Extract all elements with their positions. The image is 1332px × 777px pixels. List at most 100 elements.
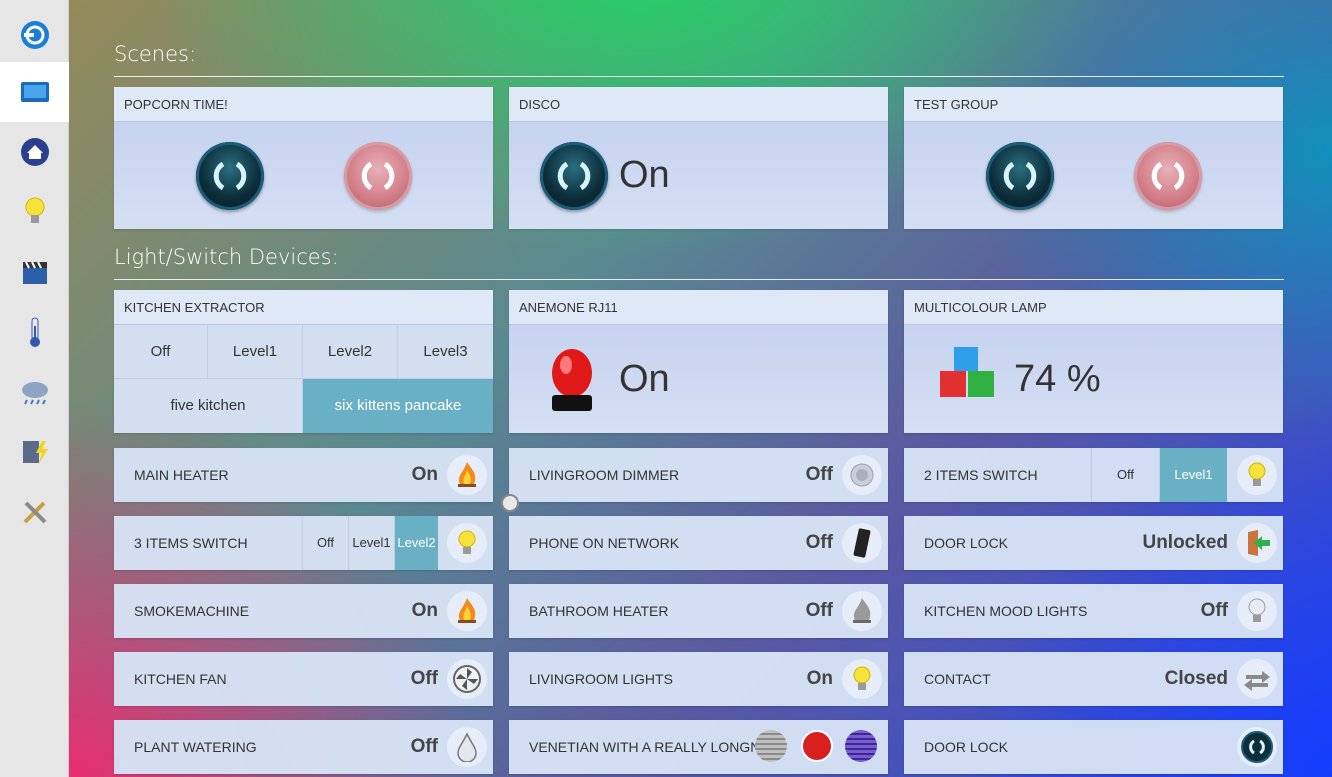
bulb-on-icon[interactable] (447, 523, 487, 563)
device-row-smokemachine: SMOKEMACHINE On (114, 584, 493, 638)
lightbulb-icon (25, 197, 44, 223)
setup-icon (23, 501, 46, 524)
mouse-cursor (501, 494, 519, 512)
sidebar-item-utility[interactable] (0, 422, 69, 482)
scene-orb-icon[interactable] (1237, 727, 1277, 767)
device-row-kitchen-fan: KITCHEN FAN Off (114, 652, 493, 706)
house-icon (20, 138, 49, 166)
device-state: Off (410, 736, 438, 757)
scene-on-button[interactable] (540, 142, 608, 210)
device-name: 2 ITEMS SWITCH (924, 467, 1038, 483)
scene-off-button[interactable] (344, 142, 412, 210)
sidebar-item-home[interactable] (0, 5, 69, 65)
level-option[interactable]: Level2 (303, 325, 398, 379)
device-name: CONTACT (924, 671, 991, 687)
device-row-kitchen-mood-lights: KITCHEN MOOD LIGHTS Off (904, 584, 1283, 638)
sidebar-item-dashboard[interactable] (0, 62, 69, 122)
device-state: On (411, 600, 438, 621)
fire-off-icon[interactable] (842, 591, 882, 631)
device-name: DOOR LOCK (924, 535, 1009, 551)
level-option[interactable]: Level3 (398, 325, 493, 379)
device-row-venetian: VENETIAN WITH A REALLY LONGNA O (509, 720, 888, 774)
domoticz-logo-icon (20, 21, 49, 49)
scene-tile-popcorn: POPCORN TIME! (114, 87, 493, 229)
venetian-up-button[interactable] (755, 730, 787, 762)
device-name: 3 ITEMS SWITCH (134, 535, 248, 551)
clapperboard-icon (22, 261, 47, 284)
switch-option-selected[interactable]: Level1 (1159, 448, 1227, 502)
device-row-livingroom-lights: LIVINGROOM LIGHTS On (509, 652, 888, 706)
sidebar-item-roomplan[interactable] (0, 122, 69, 182)
switch-option[interactable]: Level1 (348, 516, 394, 570)
device-row-phone-on-network: PHONE ON NETWORK Off (509, 516, 888, 570)
device-name: ANEMONE RJ11 (509, 290, 888, 325)
switch-option-selected[interactable]: Level2 (394, 516, 438, 570)
device-state: On (619, 358, 670, 400)
main-content: Scenes: POPCORN TIME! DISCO On TEST GROU… (69, 0, 1332, 777)
device-name: KITCHEN FAN (134, 671, 227, 687)
device-name: KITCHEN MOOD LIGHTS (924, 603, 1088, 619)
device-tile-multicolour-lamp: MULTICOLOUR LAMP 74 % (904, 290, 1283, 433)
fire-icon[interactable] (447, 591, 487, 631)
device-state: Off (805, 600, 833, 621)
sidebar-item-weather[interactable] (0, 362, 69, 422)
dimmer-level: 74 % (1014, 358, 1101, 400)
level-option[interactable]: Level1 (208, 325, 303, 379)
scene-on-button[interactable] (196, 142, 264, 210)
fire-icon[interactable] (447, 455, 487, 495)
scene-off-button[interactable] (1134, 142, 1202, 210)
phone-icon[interactable] (842, 523, 882, 563)
device-name: KITCHEN EXTRACTOR (114, 290, 493, 325)
switch-option[interactable]: Off (1091, 448, 1159, 502)
sidebar (0, 0, 69, 777)
bulb-on-icon[interactable] (842, 659, 882, 699)
device-name: MAIN HEATER (134, 467, 229, 483)
device-state: Unlocked (1142, 532, 1228, 553)
device-tile-kitchen-extractor: KITCHEN EXTRACTOR Off Level1 Level2 Leve… (114, 290, 493, 433)
switch-option[interactable]: Off (302, 516, 348, 570)
alarm-light-icon[interactable] (545, 343, 599, 415)
thermometer-icon (29, 317, 40, 347)
bulb-off-icon[interactable] (1237, 591, 1277, 631)
dimmer-icon[interactable] (842, 455, 882, 495)
bulb-on-icon[interactable] (1237, 455, 1277, 495)
device-state: On (806, 668, 833, 689)
device-name: LIVINGROOM DIMMER (529, 467, 680, 483)
fan-icon[interactable] (447, 659, 487, 699)
device-state: Off (805, 532, 833, 553)
sidebar-item-setup[interactable] (0, 482, 69, 542)
device-row-3-items-switch: 3 ITEMS SWITCH Off Level1 Level2 (114, 516, 493, 570)
device-name: PHONE ON NETWORK (529, 535, 680, 551)
scene-tile-test-group: TEST GROUP (904, 87, 1283, 229)
device-name: SMOKEMACHINE (134, 603, 250, 619)
sidebar-item-lights[interactable] (0, 182, 69, 242)
contact-arrows-icon[interactable] (1237, 659, 1277, 699)
device-name: VENETIAN WITH A REALLY LONGNA (529, 739, 770, 755)
device-row-door-lock: DOOR LOCK Unlocked (904, 516, 1283, 570)
devices-divider (114, 279, 1284, 280)
device-state: Off (410, 668, 438, 689)
devices-title: Light/Switch Devices: (114, 245, 339, 269)
scenes-divider (114, 76, 1284, 77)
level-option-selected[interactable]: six kittens pancake (303, 379, 493, 433)
sidebar-item-scenes[interactable] (0, 242, 69, 302)
level-option[interactable]: five kitchen (114, 379, 303, 433)
scene-name: DISCO (509, 87, 888, 122)
sidebar-item-temperature[interactable] (0, 302, 69, 362)
water-drop-icon[interactable] (447, 727, 487, 767)
scenes-title: Scenes: (114, 42, 197, 66)
venetian-down-button[interactable] (845, 730, 877, 762)
device-row-main-heater: MAIN HEATER On (114, 448, 493, 502)
device-row-plant-watering: PLANT WATERING Off (114, 720, 493, 774)
level-option[interactable]: Off (114, 325, 208, 379)
device-name: MULTICOLOUR LAMP (904, 290, 1283, 325)
venetian-stop-button[interactable] (801, 730, 833, 762)
scene-tile-disco: DISCO On (509, 87, 888, 229)
scene-name: POPCORN TIME! (114, 87, 493, 122)
door-unlocked-icon[interactable] (1237, 523, 1277, 563)
scene-on-button[interactable] (986, 142, 1054, 210)
device-name: LIVINGROOM LIGHTS (529, 671, 673, 687)
rgb-cubes-icon[interactable] (936, 343, 1002, 409)
device-state: Off (805, 464, 833, 485)
utility-icon (22, 441, 48, 465)
